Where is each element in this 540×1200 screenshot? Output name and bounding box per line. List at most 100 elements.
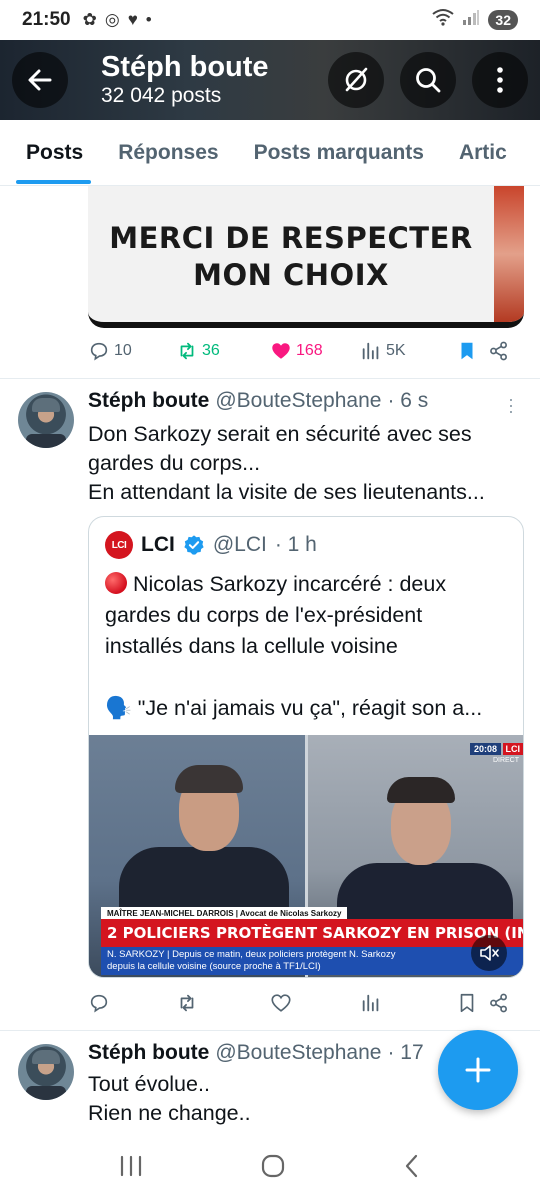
reply-icon	[90, 994, 108, 1013]
quote-text: Nicolas Sarkozy incarcéré : deux gardes …	[105, 572, 483, 720]
views-button[interactable]: 5K	[360, 340, 456, 362]
more-vertical-icon	[497, 67, 503, 93]
repost-icon	[180, 994, 194, 1012]
dot-icon: •	[145, 10, 152, 29]
like-count: 168	[296, 342, 323, 359]
bookmark-icon	[460, 993, 474, 1013]
channel-logo: LCI	[502, 743, 523, 755]
bookmark-filled-icon	[461, 342, 473, 360]
like-button[interactable]	[270, 992, 360, 1014]
live-label: DIRECT	[492, 757, 519, 764]
verified-badge-icon	[184, 535, 204, 555]
like-button[interactable]: 168	[270, 340, 360, 362]
tab-replies[interactable]: Réponses	[118, 120, 218, 185]
avatar[interactable]	[18, 392, 74, 448]
system-back-button[interactable]	[402, 1153, 422, 1184]
quote-header: LCI LCI @LCI · 1 h	[105, 531, 317, 559]
bookmark-button[interactable]	[456, 340, 488, 362]
tweet-time: · 6 s	[387, 389, 429, 412]
repost-button[interactable]	[176, 992, 270, 1014]
compose-button[interactable]	[438, 1030, 518, 1110]
mute-button[interactable]	[471, 935, 507, 971]
volume-muted-icon	[480, 945, 499, 961]
divider	[0, 378, 540, 379]
profile-name: Stéph boute	[101, 51, 269, 83]
red-circle-icon	[105, 572, 127, 594]
author-name[interactable]: Stéph boute	[88, 1041, 209, 1065]
bookmark-button[interactable]	[456, 992, 488, 1014]
heart-filled-icon	[272, 343, 290, 359]
profile-tabs: Posts Réponses Posts marquants Artic	[0, 120, 540, 186]
quote-author-handle: @LCI	[212, 533, 267, 556]
author-handle[interactable]: @BouteStephane	[215, 389, 381, 413]
status-bar: 21:50 ✿ ◎ ♥ • 32	[0, 0, 540, 40]
views-button[interactable]	[360, 992, 456, 1014]
profile-header: Stéph boute 32 042 posts	[0, 40, 540, 120]
battery-indicator: 32	[488, 10, 518, 30]
share-button[interactable]	[488, 992, 510, 1014]
previous-tweet-media[interactable]: MERCI DE RESPECTER MON CHOIX	[88, 186, 524, 328]
repost-icon	[180, 342, 194, 360]
search-button[interactable]	[400, 52, 456, 108]
grok-icon	[345, 67, 368, 92]
more-options-button[interactable]	[472, 52, 528, 108]
previous-tweet-actions: 10 36 168 5K	[88, 340, 518, 362]
status-time: 21:50	[22, 9, 71, 30]
quoted-tweet[interactable]: LCI LCI @LCI · 1 h Nicolas Sarkozy incar…	[88, 516, 524, 978]
quote-time: · 1 h	[274, 533, 317, 556]
quote-video[interactable]: 20:08 LCI DIRECT MAÎTRE JEAN-MICHEL DARR…	[89, 735, 523, 977]
grok-button[interactable]	[328, 52, 384, 108]
divider	[0, 1030, 540, 1031]
lawyer-hair	[175, 765, 243, 793]
wifi-icon	[432, 8, 455, 32]
reply-count: 10	[114, 342, 132, 359]
repost-button[interactable]: 36	[176, 340, 270, 362]
tweet-time: · 17	[387, 1041, 424, 1064]
tab-posts[interactable]: Posts	[15, 120, 92, 185]
author-handle[interactable]: @BouteStephane	[215, 1041, 381, 1065]
lci-avatar: LCI	[105, 531, 133, 559]
tweet-actions	[88, 992, 518, 1014]
share-icon	[490, 341, 507, 361]
media-edge	[494, 186, 524, 322]
signal-icon	[462, 9, 480, 31]
lower-third-headline: 2 POLICIERS PROTÈGENT SARKOZY EN PRISON …	[101, 919, 523, 947]
post-count: 32 042 posts	[101, 84, 222, 107]
reply-button[interactable]: 10	[88, 340, 176, 362]
reply-icon	[90, 342, 108, 361]
plus-icon	[465, 1057, 491, 1083]
home-icon	[261, 1154, 285, 1177]
analytics-icon	[362, 342, 379, 360]
broadcast-clock: 20:08	[469, 743, 501, 755]
tweet-text: Don Sarkozy serait en sécurité avec ses …	[88, 422, 485, 504]
home-button[interactable]	[260, 1153, 286, 1184]
tweet-header: Stéph boute @BouteStephane · 17	[88, 1041, 428, 1065]
media-caption: MERCI DE RESPECTER MON CHOIX	[109, 221, 473, 292]
tab-articles[interactable]: Artic	[459, 120, 507, 185]
recent-apps-icon	[120, 1155, 142, 1176]
notification-icons: ✿ ◎ ♥ •	[83, 10, 152, 30]
tab-highlights[interactable]: Posts marquants	[254, 120, 424, 185]
share-button[interactable]	[488, 340, 510, 362]
recent-apps-button[interactable]	[118, 1154, 144, 1183]
author-name[interactable]: Stéph boute	[88, 389, 209, 413]
pinwheel-icon: ✿	[82, 10, 97, 29]
repost-count: 36	[202, 342, 220, 359]
quote-author-name: LCI	[141, 533, 175, 556]
chevron-left-icon	[405, 1154, 418, 1177]
heart-icon	[271, 994, 291, 1012]
share-icon	[490, 993, 507, 1013]
avatar[interactable]	[18, 1044, 74, 1100]
system-navigation-bar	[0, 1136, 540, 1200]
lower-third-ticker: N. SARKOZY | Depuis ce matin, deux polic…	[101, 947, 523, 975]
analytics-icon	[362, 994, 379, 1012]
tweet-more-icon[interactable]: · · ·	[506, 390, 516, 420]
search-icon	[416, 68, 441, 93]
view-count: 5K	[386, 342, 406, 359]
arrow-left-icon	[28, 69, 52, 91]
chrome-icon: ◎	[104, 10, 120, 29]
back-button[interactable]	[12, 52, 68, 108]
tweet-header: Stéph boute @BouteStephane · 6 s	[88, 389, 428, 413]
reply-button[interactable]	[88, 992, 176, 1014]
heart-icon: ♥	[127, 10, 138, 29]
